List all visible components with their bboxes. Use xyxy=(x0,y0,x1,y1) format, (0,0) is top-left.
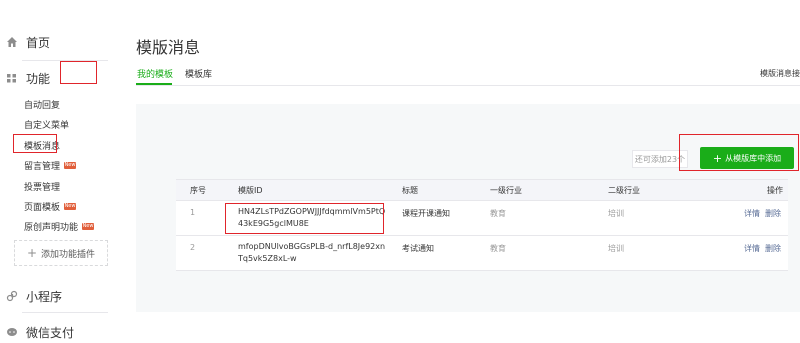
grid-icon xyxy=(6,72,18,84)
column-header: 一级行业 xyxy=(490,186,522,195)
main-content: 模版消息 我的模板 模板库 模版消息接 xyxy=(120,0,800,343)
column-header: 序号 xyxy=(190,186,206,195)
new-badge: New xyxy=(64,203,77,210)
delete-link[interactable]: 删除 xyxy=(765,209,781,218)
nav-mini-program-label: 小程序 xyxy=(26,289,63,304)
column-header: 模版ID xyxy=(238,186,263,195)
row-number: 1 xyxy=(190,208,196,217)
highlight-box-button xyxy=(679,134,799,171)
row-actions: 详情 删除 xyxy=(739,208,781,219)
plus-icon: + xyxy=(26,246,38,260)
nav-home[interactable]: 首页 xyxy=(6,34,116,50)
home-icon xyxy=(6,36,18,48)
template-message-interface-link[interactable]: 模版消息接 xyxy=(760,68,800,79)
template-title: 课程开课通知 xyxy=(402,209,450,218)
sidebar-item-label: 留言管理 xyxy=(24,162,61,172)
template-title: 考试通知 xyxy=(402,244,434,253)
divider xyxy=(22,312,108,313)
column-header: 二级行业 xyxy=(608,186,640,195)
tab-my-templates[interactable]: 我的模板 xyxy=(137,67,173,80)
detail-link[interactable]: 详情 xyxy=(744,244,760,253)
sidebar-item-original-declaration[interactable]: 原创声明功能 New xyxy=(24,220,95,233)
nav-mini-program[interactable]: 小程序 xyxy=(6,288,116,304)
template-id: mfopDNUlvoBGGsPLB-d_nrfL8Je92xnTq5vk5Z8x… xyxy=(238,242,386,263)
sidebar-item-label: 原创声明功能 xyxy=(24,223,79,233)
sidebar: 首页 功能 自动回复 自定义菜单 模板消息 留言管理 New 投票管理 页面模板 N… xyxy=(0,0,120,343)
page-title: 模版消息 xyxy=(136,38,201,57)
sidebar-item-page-template[interactable]: 页面模板 New xyxy=(24,200,77,213)
active-tab-indicator xyxy=(136,83,172,85)
add-plugin-label: 添加功能插件 xyxy=(41,249,96,260)
sidebar-item-label: 自定义菜单 xyxy=(24,121,70,131)
highlight-box-template-id xyxy=(225,203,384,234)
sidebar-item-comment-manage[interactable]: 留言管理 New xyxy=(24,159,77,172)
mini-program-icon xyxy=(6,290,18,302)
column-header: 标题 xyxy=(402,186,418,195)
tab-bar: 我的模板 模板库 模版消息接 xyxy=(136,64,800,86)
row-actions: 详情 删除 xyxy=(739,243,781,254)
highlight-box-sidebar xyxy=(13,134,57,153)
industry-primary: 教育 xyxy=(490,209,506,218)
nav-wechat-pay[interactable]: 微信支付 xyxy=(6,324,116,340)
table-row: 2 mfopDNUlvoBGGsPLB-d_nrfL8Je92xnTq5vk5Z… xyxy=(176,236,788,271)
industry-primary: 教育 xyxy=(490,244,506,253)
sidebar-item-vote-manage[interactable]: 投票管理 xyxy=(24,180,60,193)
new-badge: New xyxy=(82,223,95,230)
industry-secondary: 培训 xyxy=(608,209,624,218)
sidebar-item-label: 投票管理 xyxy=(24,183,61,193)
add-plugin-button[interactable]: + 添加功能插件 xyxy=(14,240,108,266)
nav-wechat-pay-label: 微信支付 xyxy=(26,325,75,340)
sidebar-item-label: 页面模板 xyxy=(24,203,61,213)
delete-link[interactable]: 删除 xyxy=(765,244,781,253)
sidebar-item-custom-menu[interactable]: 自定义菜单 xyxy=(24,118,69,131)
highlight-box-tab xyxy=(60,61,97,84)
sidebar-item-auto-reply[interactable]: 自动回复 xyxy=(24,98,60,111)
table-header: 序号 模版ID 标题 一级行业 二级行业 操作 xyxy=(176,179,788,201)
nav-features-label: 功能 xyxy=(26,71,51,86)
new-badge: New xyxy=(64,162,77,169)
row-number: 2 xyxy=(190,243,196,252)
wechat-pay-icon xyxy=(6,326,18,338)
tab-template-library[interactable]: 模板库 xyxy=(185,67,212,80)
industry-secondary: 培训 xyxy=(608,244,624,253)
nav-home-label: 首页 xyxy=(26,35,51,50)
sidebar-item-label: 自动回复 xyxy=(24,101,61,111)
column-header: 操作 xyxy=(767,186,783,195)
detail-link[interactable]: 详情 xyxy=(744,209,760,218)
